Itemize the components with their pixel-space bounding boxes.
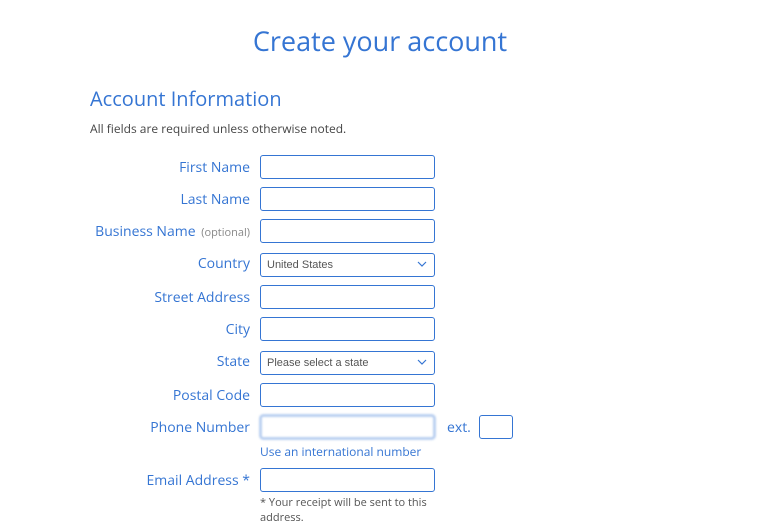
receipt-note: * Your receipt will be sent to this addr… [260,496,435,526]
label-city: City [90,317,260,339]
label-country: Country [90,251,260,273]
label-business-name: Business Name (optional) [90,219,260,241]
label-last-name: Last Name [90,187,260,209]
row-state: State Please select a state [90,349,670,375]
last-name-field[interactable] [260,187,435,211]
label-phone-number: Phone Number [90,415,260,437]
row-street-address: Street Address [90,285,670,309]
city-field[interactable] [260,317,435,341]
email-address-field[interactable] [260,468,435,492]
row-phone-number: Phone Number ext. Use an international n… [90,415,670,460]
row-email-address: Email Address * * Your receipt will be s… [90,468,670,526]
street-address-field[interactable] [260,285,435,309]
first-name-field[interactable] [260,155,435,179]
label-email-address: Email Address * [90,468,260,490]
label-first-name: First Name [90,155,260,177]
label-business-name-text: Business Name [95,222,195,241]
row-business-name: Business Name (optional) [90,219,670,243]
required-note: All fields are required unless otherwise… [90,120,670,137]
page-title: Create your account [0,22,760,59]
intl-phone-link[interactable]: Use an international number [260,443,513,460]
business-name-field[interactable] [260,219,435,243]
country-select[interactable]: United States [260,253,435,277]
label-state: State [90,349,260,371]
phone-number-field[interactable] [260,415,435,439]
row-postal-code: Postal Code [90,383,670,407]
postal-code-field[interactable] [260,383,435,407]
section-heading: Account Information [90,85,670,112]
label-business-name-optional: (optional) [201,225,250,240]
label-street-address: Street Address [90,285,260,307]
row-first-name: First Name [90,155,670,179]
account-info-section: Account Information All fields are requi… [0,85,760,526]
row-city: City [90,317,670,341]
label-ext: ext. [447,418,471,437]
label-postal-code: Postal Code [90,383,260,405]
row-last-name: Last Name [90,187,670,211]
row-country: Country United States [90,251,670,277]
phone-ext-field[interactable] [479,415,513,439]
state-select[interactable]: Please select a state [260,351,435,375]
